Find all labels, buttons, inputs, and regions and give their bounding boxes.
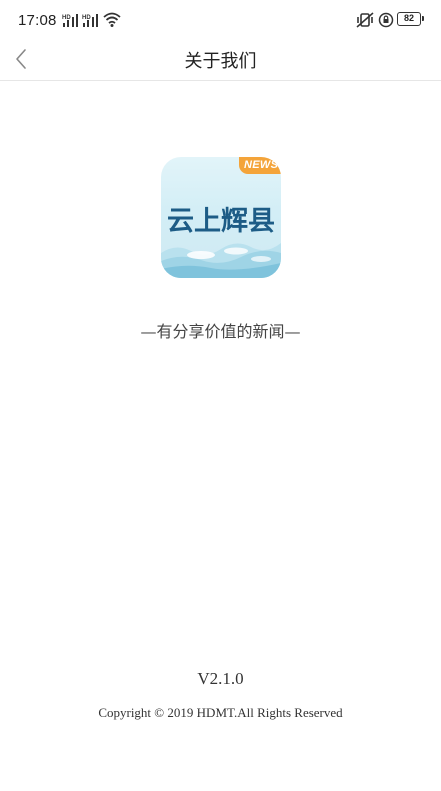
- copyright: Copyright © 2019 HDMT.All Rights Reserve…: [98, 705, 343, 720]
- wifi-icon: [103, 12, 121, 27]
- news-badge: NEWS: [239, 157, 281, 174]
- status-time: 17:08: [18, 12, 57, 29]
- app-version: V2.1.0: [197, 669, 244, 688]
- page-title: 关于我们: [184, 51, 257, 72]
- battery-icon: 82: [397, 12, 424, 26]
- slogan: —有分享价值的新闻—: [140, 322, 301, 341]
- svg-text:HD: HD: [62, 15, 71, 21]
- hd-signal-icon: HD: [62, 14, 78, 27]
- svg-text:HD: HD: [82, 15, 91, 21]
- rotation-lock-icon: [378, 12, 394, 28]
- app-logo: NEWS 云上辉县: [161, 157, 281, 278]
- vibrate-icon: [356, 12, 374, 28]
- status-bar: 17:08 HD HD 82: [0, 0, 441, 40]
- wave-graphic: [161, 243, 281, 278]
- nav-bar: 关于我们: [0, 40, 441, 81]
- hd-signal-icon: HD: [82, 14, 98, 27]
- app-name-logo-text: 云上辉县: [167, 206, 275, 237]
